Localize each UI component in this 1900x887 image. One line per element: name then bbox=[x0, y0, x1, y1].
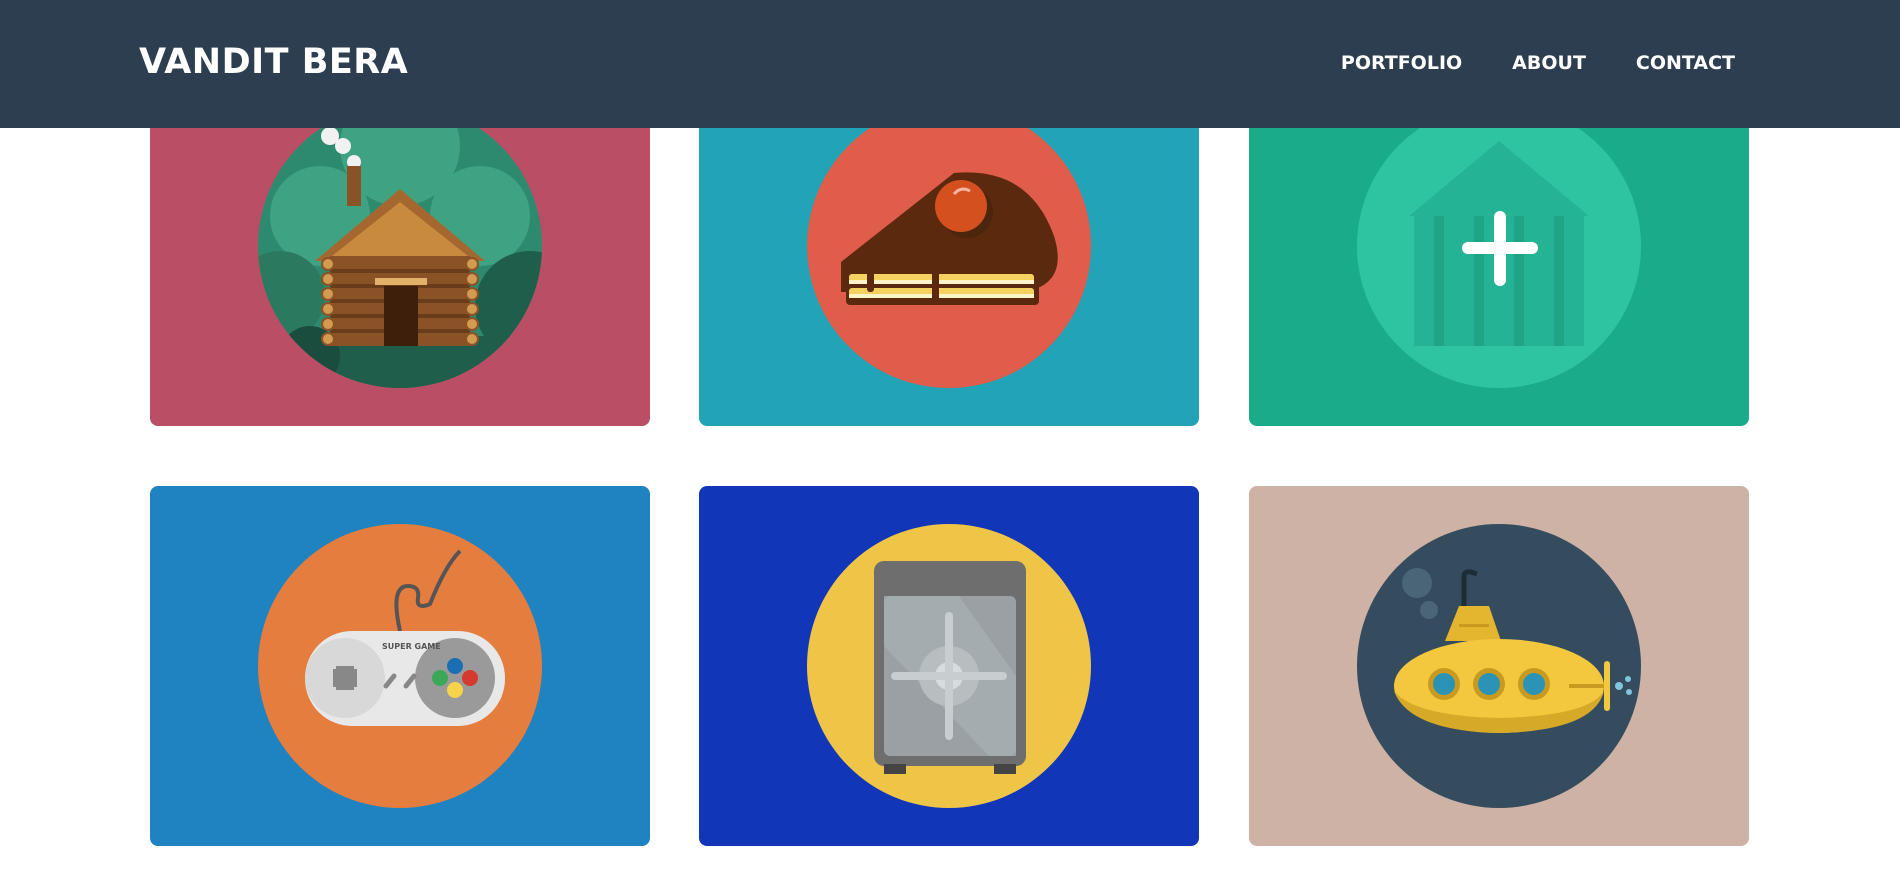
safe-icon bbox=[699, 486, 1199, 846]
portfolio-item-submarine[interactable] bbox=[1249, 486, 1749, 846]
nav-link-about[interactable]: ABOUT bbox=[1512, 52, 1586, 74]
nav-links: PORTFOLIO ABOUT CONTACT bbox=[1341, 52, 1735, 74]
game-controller-icon: SUPER GAME bbox=[150, 486, 650, 846]
portfolio-item-controller[interactable]: SUPER GAME bbox=[150, 486, 650, 846]
submarine-icon bbox=[1249, 486, 1749, 846]
nav-link-portfolio[interactable]: PORTFOLIO bbox=[1341, 52, 1462, 74]
top-navbar: VANDIT BERA PORTFOLIO ABOUT CONTACT bbox=[0, 0, 1900, 128]
svg-text:SUPER GAME: SUPER GAME bbox=[382, 642, 441, 651]
portfolio-item-safe[interactable] bbox=[699, 486, 1199, 846]
brand-logo-link[interactable]: VANDIT BERA bbox=[139, 42, 408, 82]
nav-link-contact[interactable]: CONTACT bbox=[1636, 52, 1735, 74]
